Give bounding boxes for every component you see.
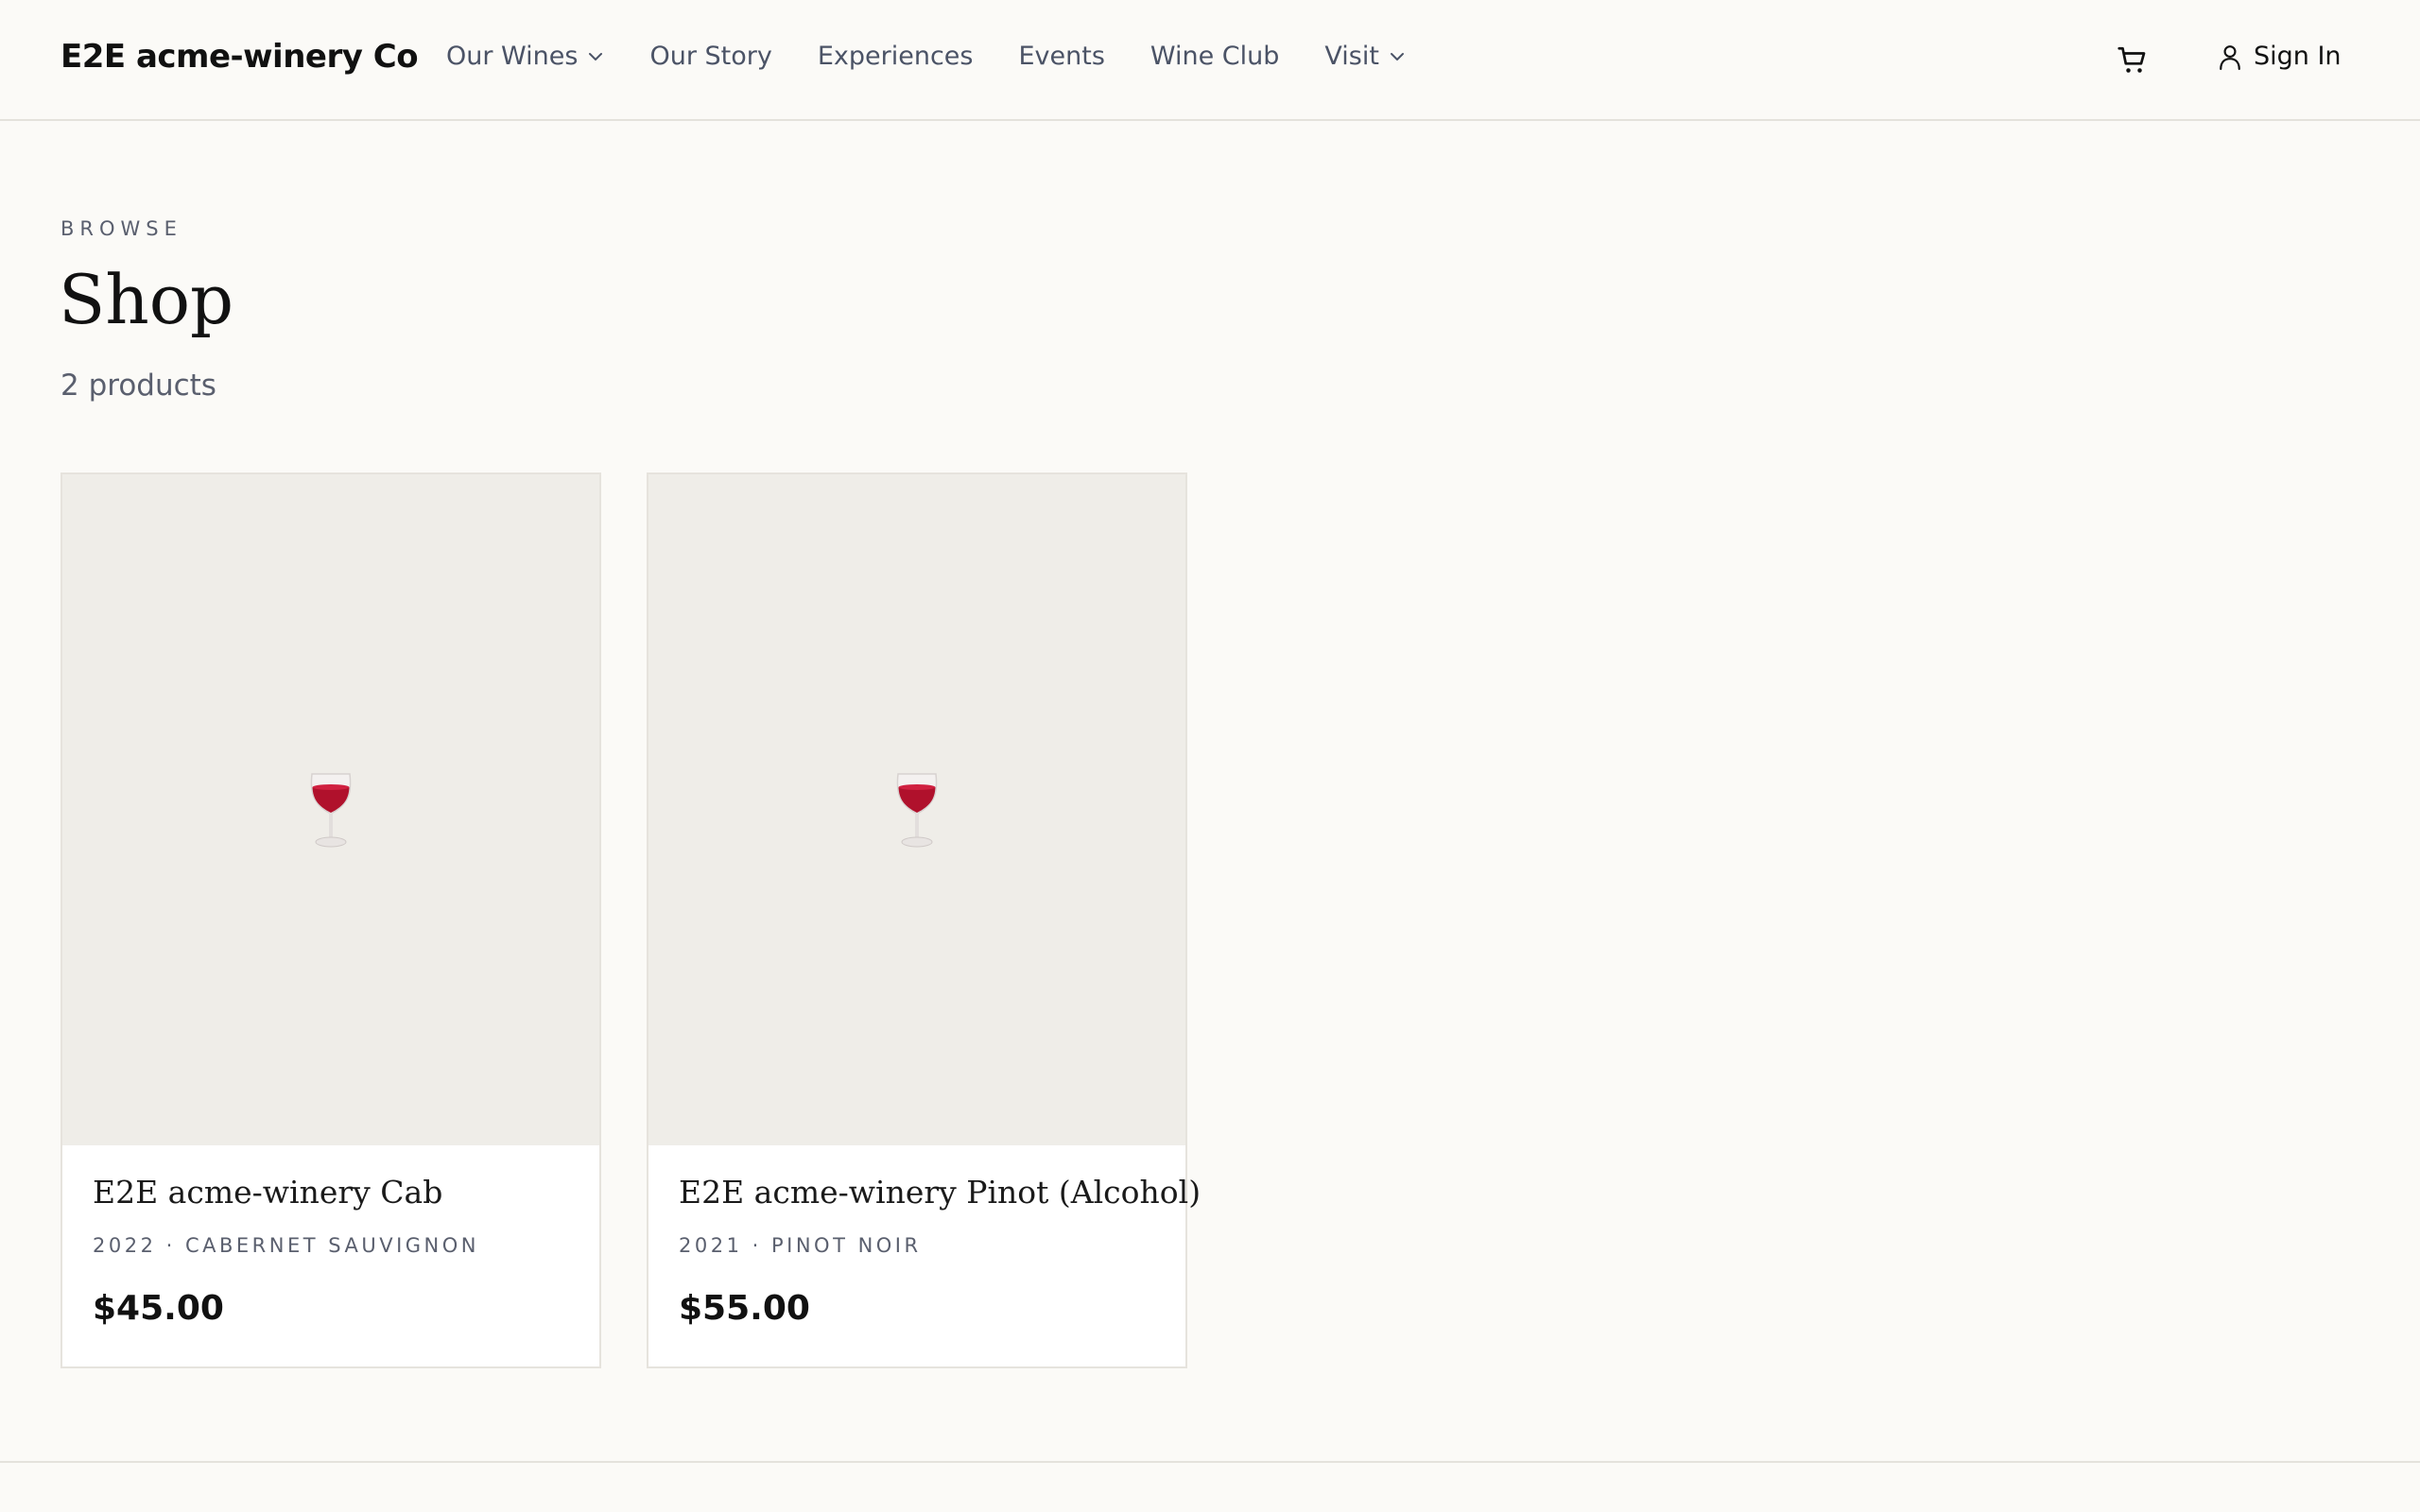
product-count: 2 products xyxy=(60,369,216,403)
sign-in-button[interactable]: Sign In xyxy=(2218,42,2342,71)
nav-experiences-label: Experiences xyxy=(817,42,974,71)
page-eyebrow: BROWSE xyxy=(60,217,182,240)
nav-our-story[interactable]: Our Story xyxy=(649,42,771,71)
chevron-down-icon xyxy=(589,52,603,60)
nav-experiences[interactable]: Experiences xyxy=(818,42,974,71)
nav-our-wines[interactable]: Our Wines xyxy=(446,42,604,71)
nav-our-story-label: Our Story xyxy=(649,42,772,71)
shopping-cart-icon xyxy=(2118,46,2146,73)
product-price: $45.00 xyxy=(93,1289,224,1328)
product-card[interactable]: E2E acme-winery Cab 2022 · CABERNET SAUV… xyxy=(60,472,601,1368)
page-title: Shop xyxy=(59,260,234,339)
nav-events-label: Events xyxy=(1018,42,1105,71)
wine-glass-icon xyxy=(896,773,938,848)
product-meta: 2022 · CABERNET SAUVIGNON xyxy=(93,1234,479,1257)
nav-visit-label: Visit xyxy=(1324,42,1379,71)
chevron-down-icon xyxy=(1390,52,1404,60)
product-price: $55.00 xyxy=(679,1289,810,1328)
brand-logo[interactable]: E2E acme-winery Co xyxy=(60,38,419,76)
site-header: E2E acme-winery Co Our Wines Our Story E… xyxy=(0,0,2420,121)
nav-events[interactable]: Events xyxy=(1018,42,1104,71)
nav-visit[interactable]: Visit xyxy=(1324,42,1406,71)
product-meta: 2021 · PINOT NOIR xyxy=(679,1234,922,1257)
product-name[interactable]: E2E acme-winery Pinot (Alcohol) xyxy=(679,1174,1201,1211)
user-icon xyxy=(2220,44,2240,70)
footer-divider xyxy=(0,1461,2420,1463)
nav-wine-club-label: Wine Club xyxy=(1150,42,1280,71)
cart-button[interactable] xyxy=(2116,43,2150,77)
nav-our-wines-label: Our Wines xyxy=(446,42,579,71)
product-name[interactable]: E2E acme-winery Cab xyxy=(93,1174,442,1211)
nav-wine-club[interactable]: Wine Club xyxy=(1150,42,1280,71)
product-card[interactable]: E2E acme-winery Pinot (Alcohol) 2021 · P… xyxy=(647,472,1201,1368)
product-image-placeholder xyxy=(62,474,599,1145)
main-nav: Our Wines Our Story Experiences Events W… xyxy=(446,42,1406,71)
product-image-placeholder xyxy=(648,474,1185,1145)
sign-in-label: Sign In xyxy=(2254,42,2342,71)
wine-glass-icon xyxy=(310,773,352,848)
